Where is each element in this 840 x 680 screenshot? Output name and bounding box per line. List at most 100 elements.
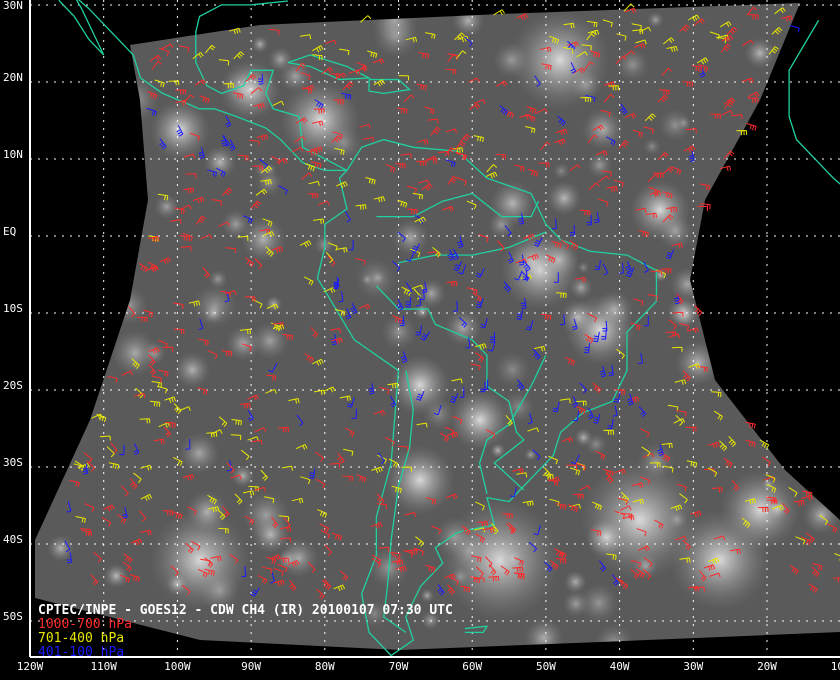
cloud (552, 162, 571, 180)
cloud (174, 351, 211, 388)
cloud (758, 389, 772, 403)
lat-label: 40S (3, 533, 23, 546)
lat-label: 20N (3, 71, 23, 84)
cloud (251, 35, 269, 53)
cloud (494, 351, 531, 388)
cloud (324, 124, 363, 163)
lon-label: 110W (90, 660, 117, 673)
lat-label: 20S (3, 379, 23, 392)
cloud (265, 295, 283, 313)
cloud (509, 239, 554, 284)
cloud (267, 46, 293, 72)
cloud (391, 218, 430, 257)
cloud (41, 163, 65, 187)
cloud (676, 115, 691, 131)
cloud (807, 7, 835, 35)
satellite-wind-map (29, 0, 840, 658)
cloud (744, 37, 776, 69)
cloud (797, 303, 824, 330)
lat-label: 30N (3, 0, 23, 12)
lon-label: 30W (683, 660, 704, 673)
lat-label: 50S (3, 610, 23, 623)
cloud (666, 509, 688, 530)
cloud (208, 269, 228, 289)
cloud (637, 443, 675, 481)
cloud (370, 270, 386, 285)
legend-low-level: 1000-700 hPa (38, 617, 132, 632)
cloud (154, 3, 194, 25)
cloud (586, 516, 628, 558)
lon-label: 80W (314, 660, 335, 673)
cloud (178, 432, 221, 474)
lon-label: 100W (164, 660, 191, 673)
cloud (492, 41, 530, 79)
cloud (450, 567, 471, 587)
cloud (710, 309, 735, 334)
cloud (95, 143, 125, 173)
cloud (793, 64, 827, 98)
cloud (185, 490, 229, 534)
coastline-africa (788, 19, 840, 185)
cloud (577, 261, 590, 274)
cloud (298, 3, 333, 23)
cloud (254, 162, 270, 178)
cloud (586, 152, 613, 179)
wind-barb (746, 123, 757, 131)
cloud (523, 617, 565, 650)
cloud (546, 180, 582, 216)
legend-mid-level: 701-400 hPa (38, 631, 125, 646)
lon-label: 70W (388, 660, 409, 673)
cloud (231, 464, 255, 488)
cloud (595, 290, 634, 329)
cloud (221, 209, 251, 239)
cloud (559, 299, 596, 336)
cloud (450, 390, 510, 450)
cloud (569, 275, 593, 300)
cloud (524, 448, 538, 461)
legend-high-level: 401-100 hPa (38, 645, 125, 660)
lon-label: 50W (535, 660, 556, 673)
lon-label: 20W (757, 660, 777, 673)
image-title: CPTEC/INPE - GOES12 - CDW CH4 (IR) 20100… (38, 603, 453, 618)
lon-label: 120W (16, 660, 44, 673)
cloud (798, 284, 838, 324)
cloud (563, 570, 587, 594)
cloud (647, 11, 664, 29)
cloud (420, 588, 435, 603)
cloud (615, 47, 650, 82)
cloud (416, 278, 446, 309)
cloud (165, 572, 189, 596)
lat-label: 10N (3, 148, 23, 161)
cloud (444, 308, 482, 347)
cloud (569, 68, 603, 102)
cloud (47, 534, 75, 562)
cloud (735, 116, 782, 163)
cloud (581, 108, 624, 151)
cloud (594, 623, 635, 650)
cloud (60, 249, 88, 276)
cloud (72, 194, 108, 229)
cloud (103, 563, 129, 589)
cloud (153, 193, 180, 220)
cloud (103, 163, 146, 206)
cloud (802, 423, 832, 453)
cloud (109, 76, 126, 94)
lon-label: 10W (830, 660, 840, 673)
cloud (669, 266, 705, 302)
lon-label: 90W (241, 660, 262, 673)
cloud (657, 213, 694, 250)
cloud (434, 516, 475, 558)
lon-label: 40W (609, 660, 630, 673)
cloud (452, 4, 485, 37)
cloud (643, 137, 661, 156)
lat-label: EQ (3, 225, 17, 238)
cloud (579, 583, 619, 623)
lat-label: 10S (3, 302, 23, 315)
lon-label: 60W (462, 660, 483, 673)
wind-barb (789, 25, 800, 33)
coastline-baja (58, 0, 105, 56)
lat-label: 30S (3, 456, 23, 469)
cloud (758, 295, 772, 309)
cloud (111, 75, 160, 124)
cloud (808, 403, 840, 440)
